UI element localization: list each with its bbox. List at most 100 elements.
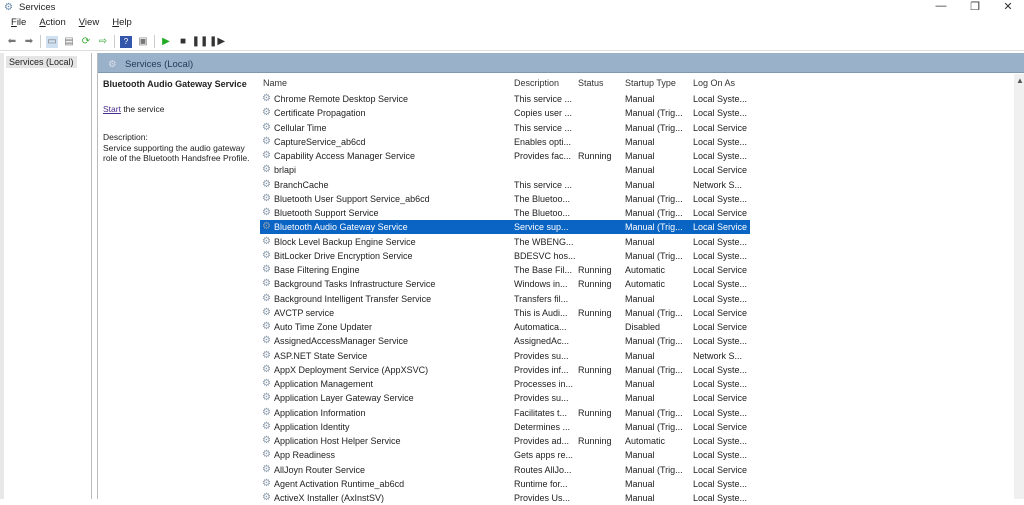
- table-row[interactable]: ⚙ Block Level Backup Engine Service The WB…: [260, 235, 750, 249]
- column-log-on-as[interactable]: Log On As: [693, 78, 735, 92]
- column-description[interactable]: Description: [514, 78, 559, 92]
- help-icon[interactable]: ?: [120, 35, 132, 48]
- service-log-on-as: Local Syste...: [693, 136, 748, 147]
- properties-icon[interactable]: ▤: [63, 36, 75, 48]
- service-description: Determines ...: [514, 421, 571, 432]
- table-row[interactable]: ⚙ Background Intelligent Transfer Service…: [260, 292, 750, 306]
- service-description: This service ...: [514, 122, 573, 133]
- stop-service-icon[interactable]: ■: [177, 36, 189, 48]
- service-log-on-as: Local Syste...: [693, 151, 748, 161]
- table-row[interactable]: ⚙ AppX Deployment Service (AppXSVC) Provid…: [260, 363, 750, 377]
- table-row[interactable]: ⚙ Application Layer Gateway Service Provid…: [260, 391, 750, 405]
- title-bar: ⚙ Services — ❐ ✕: [0, 0, 1024, 15]
- table-row[interactable]: ⚙ Agent Activation Runtime_ab6cd Runtime f…: [260, 477, 750, 491]
- service-startup-type: Manual (Trig...: [625, 464, 683, 475]
- minimize-button[interactable]: —: [931, 0, 951, 12]
- table-row[interactable]: ⚙ Bluetooth Support Service The Bluetoo...…: [260, 206, 750, 220]
- table-row[interactable]: ⚙ AssignedAccessManager Service AssignedAc…: [260, 334, 750, 348]
- table-row[interactable]: ⚙ Application Identity Determines ... Manua…: [260, 420, 750, 434]
- service-name: App Readiness: [274, 450, 336, 461]
- service-description: The WBENG...: [514, 236, 574, 247]
- table-row[interactable]: ⚙ Bluetooth User Support Service_ab6cd The…: [260, 192, 750, 206]
- table-row[interactable]: ⚙ brlapi Manual Local Service: [260, 163, 750, 177]
- resume-service-icon[interactable]: ❚▶: [209, 36, 225, 48]
- service-status: Running: [578, 307, 612, 318]
- service-gear-icon: ⚙: [262, 463, 271, 475]
- table-row[interactable]: ⚙ Application Host Helper Service Provides…: [260, 434, 750, 448]
- show-console-tree-icon[interactable]: ▭: [46, 35, 58, 48]
- start-service-icon[interactable]: ▶: [160, 36, 172, 48]
- service-description: Provides su...: [514, 393, 569, 404]
- vertical-scrollbar[interactable]: ▲: [1014, 74, 1024, 499]
- action-pane-icon[interactable]: ▣: [137, 36, 149, 48]
- table-row[interactable]: ⚙ BranchCache This service ... Manual Networ…: [260, 178, 750, 192]
- table-row[interactable]: ⚙ Certificate Propagation Copies user ... M…: [260, 106, 750, 120]
- service-description: Provides ad...: [514, 436, 570, 446]
- separator: [114, 35, 115, 48]
- service-name: AVCTP service: [274, 307, 335, 318]
- service-gear-icon: ⚙: [262, 121, 271, 133]
- service-description: Provides fac...: [514, 151, 572, 161]
- table-row[interactable]: ⚙ ASP.NET State Service Provides su... Manu…: [260, 349, 750, 363]
- forward-icon[interactable]: ➡: [23, 36, 35, 48]
- export-list-icon[interactable]: ⇨: [97, 36, 109, 48]
- service-gear-icon: ⚙: [262, 93, 271, 104]
- service-log-on-as: Local Syste...: [693, 108, 748, 119]
- table-row[interactable]: ⚙ AVCTP service This is Audi... Running Manu…: [260, 306, 750, 320]
- service-description: The Bluetoo...: [514, 193, 571, 204]
- maximize-button[interactable]: ❐: [965, 0, 985, 13]
- service-description: Runtime for...: [514, 478, 568, 489]
- description-text: Service supporting the audio gateway rol…: [103, 142, 250, 164]
- service-startup-type: Manual: [625, 379, 655, 389]
- service-name: Agent Activation Runtime_ab6cd: [274, 478, 405, 489]
- service-name: Chrome Remote Desktop Service: [274, 94, 409, 104]
- menu-help[interactable]: Help: [101, 16, 138, 31]
- table-row[interactable]: ⚙ Chrome Remote Desktop Service This servi…: [260, 92, 750, 106]
- detail-title: Bluetooth Audio Gateway Service: [103, 79, 247, 89]
- menu-view[interactable]: View: [68, 16, 105, 31]
- tree-node-services-local[interactable]: Services (Local): [6, 56, 77, 68]
- service-log-on-as: Local Syste...: [693, 364, 748, 375]
- service-name: ActiveX Installer (AxInstSV): [274, 493, 385, 503]
- service-gear-icon: ⚙: [262, 378, 271, 389]
- service-log-on-as: Local Syste...: [693, 379, 748, 389]
- service-status: Running: [578, 436, 612, 446]
- menu-action[interactable]: Action: [28, 16, 71, 31]
- back-icon[interactable]: ⬅: [6, 36, 18, 48]
- service-log-on-as: Local Syste...: [693, 279, 748, 290]
- table-row[interactable]: ⚙ Bluetooth Audio Gateway Service Service …: [260, 220, 750, 235]
- service-name: Application Management: [274, 379, 374, 389]
- service-status: Running: [578, 407, 612, 418]
- column-status[interactable]: Status: [578, 78, 604, 92]
- service-startup-type: Manual: [625, 293, 655, 304]
- service-startup-type: Manual: [625, 393, 655, 404]
- table-row[interactable]: ⚙ ActiveX Installer (AxInstSV) Provides Us…: [260, 491, 750, 505]
- service-log-on-as: Local Service: [693, 208, 748, 218]
- scroll-up-icon[interactable]: ▲: [1016, 76, 1024, 85]
- table-row[interactable]: ⚙ Cellular Time This service ... Manual (Tr…: [260, 121, 750, 135]
- table-row[interactable]: ⚙ AllJoyn Router Service Routes AllJo... Ma…: [260, 463, 750, 477]
- close-button[interactable]: ✕: [998, 0, 1018, 13]
- column-startup-type[interactable]: Startup Type: [625, 78, 676, 92]
- table-row[interactable]: ⚙ Auto Time Zone Updater Automatica... Disa…: [260, 320, 750, 334]
- table-row[interactable]: ⚙ Base Filtering Engine The Base Fil... Run…: [260, 263, 750, 277]
- table-row[interactable]: ⚙ BitLocker Drive Encryption Service BDESV…: [260, 249, 750, 263]
- service-name: BranchCache: [274, 179, 329, 190]
- table-row[interactable]: ⚙ Application Information Facilitates t...…: [260, 406, 750, 420]
- table-row[interactable]: ⚙ CaptureService_ab6cd Enables opti... Manu…: [260, 135, 750, 149]
- service-name: Application Host Helper Service: [274, 436, 401, 446]
- service-name: Application Identity: [274, 421, 350, 432]
- table-row[interactable]: ⚙ Background Tasks Infrastructure Service…: [260, 277, 750, 291]
- service-startup-type: Manual: [625, 236, 655, 247]
- table-row[interactable]: ⚙ App Readiness Gets apps re... Manual Local…: [260, 448, 750, 462]
- service-log-on-as: Local Service: [693, 265, 748, 275]
- table-row[interactable]: ⚙ Capability Access Manager Service Provid…: [260, 149, 750, 163]
- pause-service-icon[interactable]: ❚❚: [192, 36, 209, 48]
- column-name[interactable]: Name: [263, 78, 287, 92]
- start-service-link[interactable]: Start: [103, 104, 121, 114]
- table-row[interactable]: ⚙ Application Management Processes in... Ma…: [260, 377, 750, 391]
- service-name: Bluetooth Audio Gateway Service: [274, 222, 408, 233]
- refresh-icon[interactable]: ⟳: [80, 36, 92, 48]
- service-startup-type: Automatic: [625, 436, 666, 446]
- service-startup-type: Manual (Trig...: [625, 222, 683, 233]
